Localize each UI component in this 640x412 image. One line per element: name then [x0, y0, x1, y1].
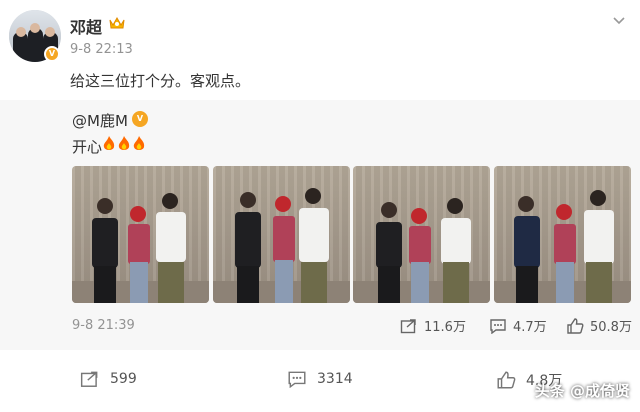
like-icon — [497, 371, 516, 389]
share-button[interactable]: 599 — [80, 370, 137, 388]
photo-people — [514, 190, 614, 303]
photo-people — [376, 198, 471, 303]
repost-like-count: 50.8万 — [590, 320, 632, 335]
vip-crown-icon — [109, 16, 125, 29]
verified-badge-icon: V — [44, 46, 60, 62]
like-icon — [567, 317, 584, 334]
comment-count: 3314 — [317, 371, 353, 387]
repost-share-count: 11.6万 — [424, 320, 466, 335]
photo-people — [92, 193, 186, 303]
verified-badge-icon: V — [132, 111, 148, 127]
repost-text: 开心 — [72, 138, 103, 156]
post-username[interactable]: 邓超 — [70, 14, 102, 38]
repost-photo[interactable] — [72, 166, 209, 303]
comment-button[interactable]: 3314 — [287, 370, 353, 388]
fire-emoji-icon — [118, 136, 130, 150]
repost-photo[interactable] — [494, 166, 631, 303]
repost-like-button[interactable]: 50.8万 — [566, 316, 632, 335]
repost-share-button[interactable]: 11.6万 — [400, 316, 466, 335]
avatar-head — [45, 27, 55, 37]
share-icon — [80, 371, 98, 387]
share-count: 599 — [110, 371, 137, 387]
repost-comment-button[interactable]: 4.7万 — [489, 316, 547, 335]
avatar-figure — [28, 28, 43, 62]
repost-card[interactable]: @M鹿M V 开心 9-8 21:39 11.6万 4.7万 50.8万 — [0, 100, 640, 350]
share-icon — [400, 318, 416, 333]
comment-icon — [490, 318, 506, 334]
watermark: 头条 @成倚贤 — [535, 380, 630, 401]
chevron-down-icon[interactable] — [612, 16, 626, 26]
repost-comment-count: 4.7万 — [513, 320, 547, 335]
repost-username[interactable]: @M鹿M — [72, 110, 128, 131]
post-text: 给这三位打个分。客观点。 — [70, 72, 251, 90]
repost-photo[interactable] — [353, 166, 490, 303]
avatar-head — [16, 27, 26, 37]
watermark-text: 头条 @成倚贤 — [534, 382, 630, 400]
photo-people — [235, 188, 329, 303]
avatar-head — [30, 23, 40, 33]
repost-photo[interactable] — [213, 166, 350, 303]
fire-emoji-icon — [133, 136, 145, 150]
repost-time: 9-8 21:39 — [72, 318, 135, 333]
fire-emoji-icon — [103, 136, 115, 150]
comment-icon — [288, 371, 306, 388]
post-time: 9-8 22:13 — [70, 42, 133, 57]
